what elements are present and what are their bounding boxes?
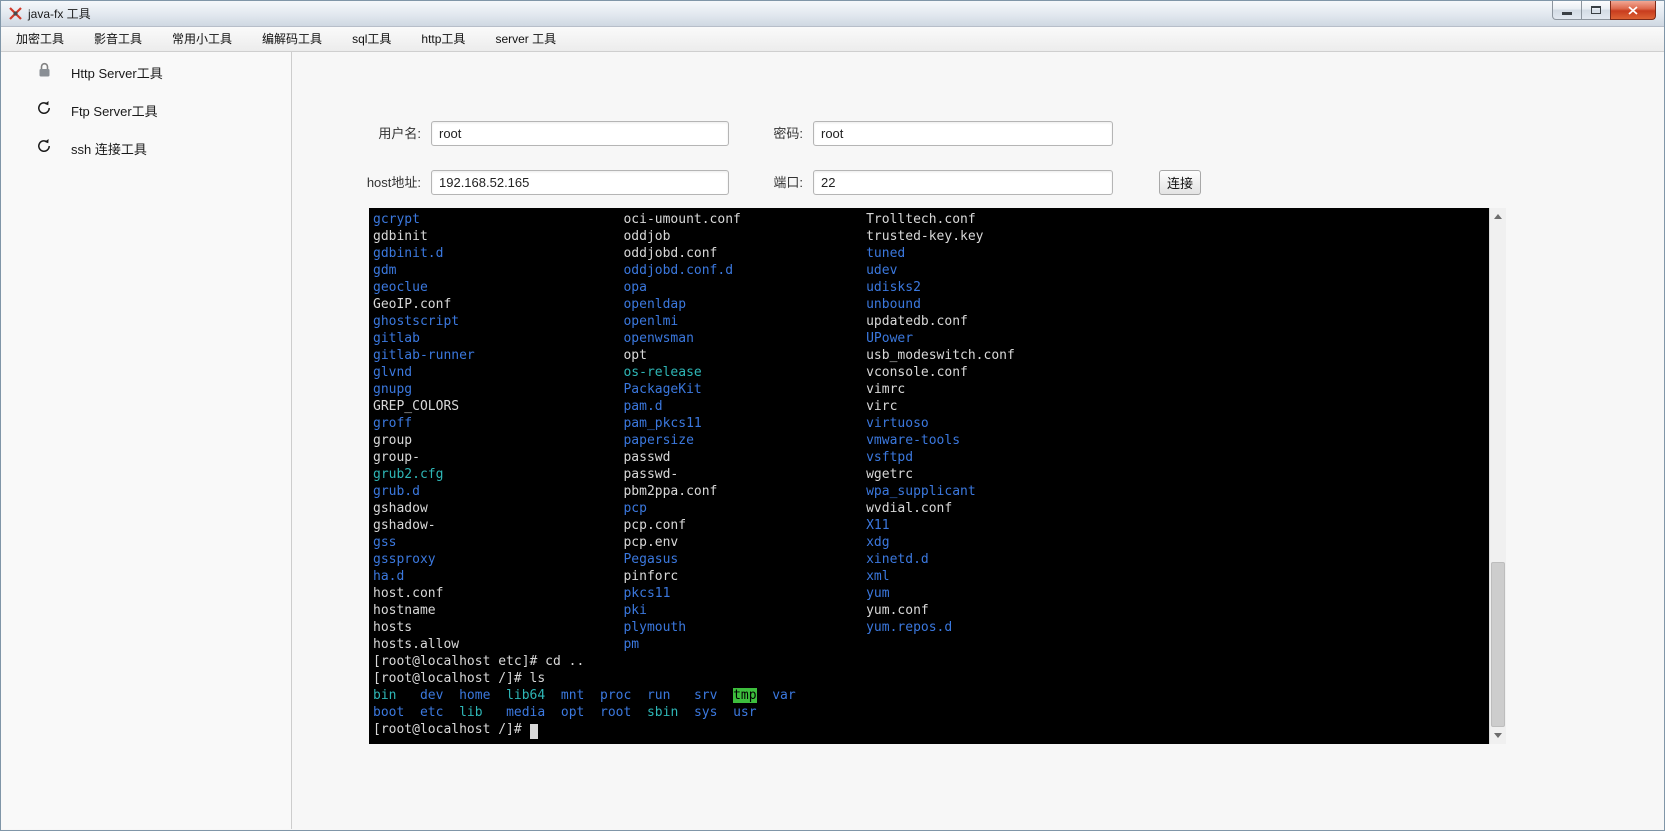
username-input[interactable] [431,121,729,146]
sidebar-item-ssh[interactable]: ssh 连接工具 [1,132,291,162]
terminal[interactable]: gcrypt oci-umount.conf Trolltech.conf gd… [369,208,1506,744]
maximize-icon [1591,6,1601,14]
port-label: 端口: [746,170,803,195]
window-title: java-fx 工具 [28,5,91,22]
sidebar-item-label: Http Server工具 [71,63,163,82]
connect-button[interactable]: 连接 [1159,170,1201,195]
menubar: 加密工具 影音工具 常用小工具 编解码工具 sql工具 http工具 serve… [1,27,1664,52]
arrow-up-icon [1494,214,1502,219]
sidebar-item-label: Ftp Server工具 [71,101,158,120]
window-controls [1552,1,1656,20]
sidebar: Http Server工具 Ftp Server工具 ssh 连接工具 [1,52,292,829]
menu-item-encryption-tools[interactable]: 加密工具 [1,27,79,52]
menu-item-http-tools[interactable]: http工具 [406,27,480,52]
close-icon [1628,6,1638,15]
terminal-output: gcrypt oci-umount.conf Trolltech.conf gd… [369,208,1489,744]
host-input[interactable] [431,170,729,195]
menu-item-codec-tools[interactable]: 编解码工具 [247,27,337,52]
sync-icon [35,138,53,159]
sidebar-item-label: ssh 连接工具 [71,139,147,158]
terminal-scrollbar[interactable] [1489,208,1506,744]
sync-icon [35,100,53,121]
host-label: host地址: [331,170,421,195]
minimize-icon [1562,12,1572,15]
sidebar-item-ftp-server[interactable]: Ftp Server工具 [1,94,291,124]
scroll-up-button[interactable] [1490,208,1506,225]
titlebar[interactable]: java-fx 工具 [1,1,1664,27]
menu-item-sql-tools[interactable]: sql工具 [337,27,406,52]
app-window: java-fx 工具 加密工具 影音工具 常用小工具 编解码工具 sql工具 h… [0,0,1665,831]
sidebar-item-http-server[interactable]: Http Server工具 [1,56,291,86]
username-label: 用户名: [341,121,421,146]
port-input[interactable] [813,170,1113,195]
lock-icon [35,62,53,83]
arrow-down-icon [1494,733,1502,738]
app-icon [7,6,23,22]
menu-item-server-tools[interactable]: server 工具 [480,27,571,52]
password-input[interactable] [813,121,1113,146]
scroll-down-button[interactable] [1490,727,1506,744]
close-button[interactable] [1610,1,1656,20]
password-label: 密码: [746,121,803,146]
minimize-button[interactable] [1552,1,1582,20]
menu-item-media-tools[interactable]: 影音工具 [79,27,157,52]
menu-item-common-tools[interactable]: 常用小工具 [157,27,247,52]
scrollbar-thumb[interactable] [1491,562,1505,727]
maximize-button[interactable] [1582,1,1610,20]
